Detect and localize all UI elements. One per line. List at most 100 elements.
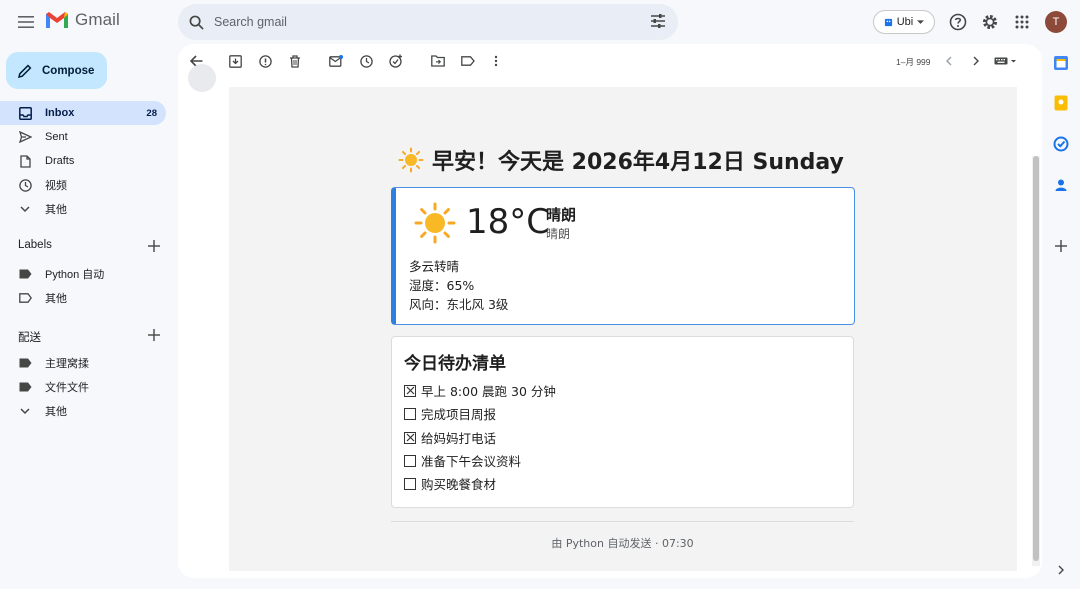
- temperature: 18°C: [466, 202, 551, 242]
- search-bar[interactable]: [178, 4, 678, 40]
- sidebar-item-drafts[interactable]: Drafts: [0, 149, 166, 173]
- inbox-icon: [18, 106, 32, 120]
- account-switcher[interactable]: Ubi: [873, 10, 935, 34]
- move-to-folder-icon[interactable]: [431, 54, 445, 68]
- building-icon: [884, 18, 892, 26]
- add-section-plus-icon[interactable]: [147, 328, 161, 342]
- todo-text: 给妈妈打电话: [421, 431, 497, 446]
- weather-forecast: 多云转晴: [409, 259, 460, 274]
- todo-item: 购买晚餐食材: [404, 474, 496, 493]
- user-avatar[interactable]: T: [1045, 11, 1067, 33]
- search-input[interactable]: [214, 15, 624, 29]
- main-menu-icon[interactable]: [12, 8, 40, 36]
- sidebar-label-python[interactable]: Python 自动: [0, 262, 166, 286]
- todo-text: 完成项目周报: [421, 407, 497, 422]
- sun-icon: [398, 147, 424, 173]
- gmail-logo[interactable]: Gmail: [45, 10, 120, 30]
- label-filled-icon: [18, 267, 32, 281]
- weather-condition-sub: 晴朗: [546, 227, 571, 241]
- pagination-info: 1–月 999: [896, 57, 931, 67]
- contacts-icon[interactable]: [1052, 176, 1070, 194]
- sidebar-item-label: 其他: [45, 293, 67, 305]
- weather-humidity: 湿度：65%: [409, 278, 475, 293]
- todo-card: 今日待办清单 早上 8:00 晨跑 30 分钟 完成项目周报 给妈妈打电话 准备…: [391, 336, 854, 508]
- chevron-down-icon: [917, 19, 925, 24]
- help-icon[interactable]: [947, 11, 969, 33]
- label-filled-icon: [18, 356, 32, 370]
- greeting-text: 早安！今天是 2026年4月12日 Sunday: [432, 150, 844, 175]
- chevron-down-icon: [18, 202, 32, 216]
- sidebar-item-label: Python 自动: [45, 269, 105, 281]
- unchecked-box-icon: [404, 407, 416, 420]
- tasks-icon[interactable]: [1052, 135, 1070, 153]
- app-name: Gmail: [75, 10, 120, 29]
- label-outline-icon: [18, 291, 32, 305]
- todo-item: 准备下午会议资料: [404, 451, 521, 470]
- sidebar-item-label: Sent: [45, 131, 68, 143]
- sidebar-label-zhuli[interactable]: 主理窝揉: [0, 351, 166, 375]
- sidebar-item-label: 视频: [45, 180, 67, 192]
- sidebar-item-label: Inbox: [45, 107, 75, 119]
- expand-panel-chevron-icon[interactable]: [1052, 561, 1070, 579]
- pencil-icon: [18, 64, 32, 78]
- greeting-heading: 早安！今天是 2026年4月12日 Sunday: [398, 144, 844, 176]
- delivery-section-title: 配送: [18, 332, 41, 344]
- todo-item: 早上 8:00 晨跑 30 分钟: [404, 381, 556, 400]
- todo-item: 给妈妈打电话: [404, 428, 496, 447]
- label-filled-icon: [18, 380, 32, 394]
- compose-button[interactable]: Compose: [6, 52, 107, 89]
- report-spam-icon[interactable]: [258, 54, 272, 68]
- add-label-plus-icon[interactable]: [147, 239, 161, 253]
- sidebar-label-other[interactable]: 其他: [0, 286, 166, 310]
- account-chip-label: Ubi: [896, 16, 914, 28]
- todo-item: 完成项目周报: [404, 404, 496, 423]
- checked-box-icon: [404, 431, 416, 444]
- checked-box-icon: [404, 384, 416, 397]
- email-view: 1–月 999 早安！今天是 2026年4月12日 Sunday 18°C 晴朗…: [178, 44, 1042, 578]
- chevron-left-icon[interactable]: [941, 54, 955, 68]
- input-tools-keyboard-icon[interactable]: [994, 54, 1018, 68]
- archive-icon[interactable]: [228, 54, 242, 68]
- keep-notes-icon[interactable]: [1052, 94, 1070, 112]
- sidebar-item-sent[interactable]: Sent: [0, 125, 166, 149]
- label-tag-icon[interactable]: [461, 54, 475, 68]
- todo-title: 今日待办清单: [404, 354, 506, 374]
- unchecked-box-icon: [404, 477, 416, 490]
- weather-sun-icon: [414, 202, 456, 244]
- add-task-icon[interactable]: [389, 54, 403, 68]
- add-addon-plus-icon[interactable]: [1052, 237, 1070, 255]
- inbox-count: 28: [146, 107, 157, 119]
- sidebar-section-more[interactable]: 其他: [0, 399, 166, 423]
- sidebar-item-videos[interactable]: 视频: [0, 173, 166, 197]
- send-icon: [18, 130, 32, 144]
- todo-text: 准备下午会议资料: [421, 454, 522, 469]
- sidebar-label-files[interactable]: 文件文件: [0, 375, 166, 399]
- draft-icon: [18, 154, 32, 168]
- sidebar-item-label: Drafts: [45, 155, 75, 167]
- weather-card: 18°C 晴朗 晴朗 多云转晴 湿度：65% 风向：东北风 3级: [391, 187, 855, 325]
- weather-wind: 风向：东北风 3级: [409, 297, 509, 312]
- settings-gear-icon[interactable]: [979, 11, 1001, 33]
- calendar-icon[interactable]: [1052, 54, 1070, 72]
- chevron-right-icon[interactable]: [969, 54, 983, 68]
- more-options-icon[interactable]: [489, 54, 503, 68]
- todo-text: 早上 8:00 晨跑 30 分钟: [421, 384, 556, 399]
- apps-grid-icon[interactable]: [1011, 11, 1033, 33]
- compose-label: Compose: [42, 64, 95, 77]
- sidebar-item-label: 文件文件: [45, 382, 89, 394]
- chevron-down-icon: [18, 404, 32, 418]
- scrollbar-thumb[interactable]: [1033, 156, 1039, 561]
- weather-condition: 晴朗: [546, 206, 577, 224]
- todo-text: 购买晚餐食材: [421, 477, 497, 492]
- search-options-icon[interactable]: [650, 13, 666, 29]
- search-icon[interactable]: [189, 15, 204, 30]
- delete-trash-icon[interactable]: [288, 54, 302, 68]
- sender-avatar: [188, 64, 216, 92]
- email-toolbar: 1–月 999: [178, 44, 1042, 78]
- gmail-envelope-icon: [46, 12, 68, 28]
- sidebar-item-label: 主理窝揉: [45, 358, 89, 370]
- sidebar-item-more[interactable]: 其他: [0, 197, 166, 221]
- snooze-clock-icon[interactable]: [359, 54, 373, 68]
- mark-unread-icon[interactable]: [329, 54, 343, 68]
- sidebar-item-inbox[interactable]: Inbox 28: [0, 101, 166, 125]
